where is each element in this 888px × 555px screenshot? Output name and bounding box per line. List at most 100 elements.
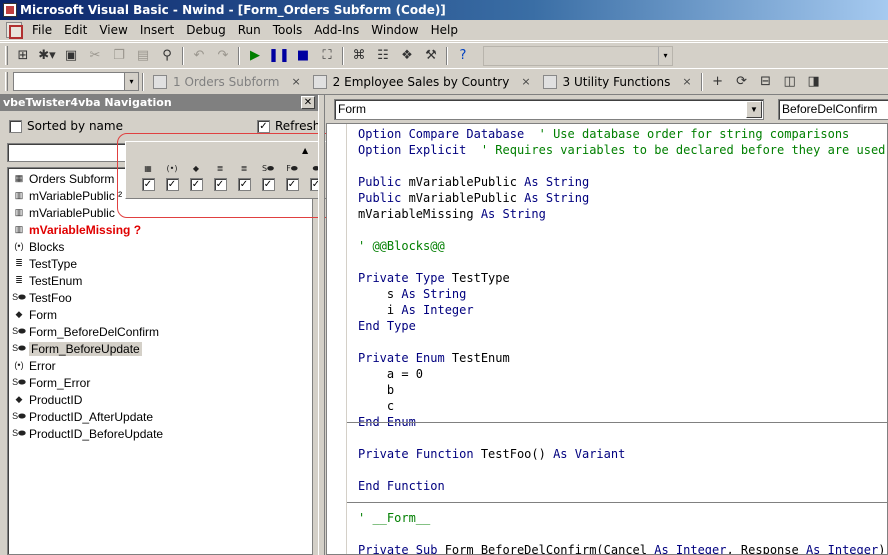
toolbox-icon[interactable]: ⚒ (420, 45, 442, 67)
tree-item[interactable]: (•) Blocks (8, 238, 312, 255)
reset-icon[interactable]: ■ (292, 45, 314, 67)
member-filter-toggle[interactable]: (•) ✓ (162, 162, 182, 191)
chevron-down-icon[interactable]: ▼ (746, 101, 762, 118)
panel-icon[interactable]: ◫ (779, 71, 801, 93)
view-host-app-icon[interactable]: ⊞ (12, 45, 34, 67)
filter-checkbox[interactable]: ✓ (261, 178, 275, 191)
help-icon[interactable]: ? (452, 45, 474, 67)
menu-item-window[interactable]: Window (365, 20, 424, 40)
code-line[interactable]: s As String (358, 286, 467, 302)
member-filter-toggle[interactable]: F⬬ ✓ (282, 162, 302, 191)
code-line[interactable]: mVariableMissing As String (358, 206, 546, 222)
vba-app-icon[interactable] (3, 3, 17, 17)
design-mode-icon[interactable]: ⛶ (316, 45, 338, 67)
member-filter-toggle[interactable]: ▦ ✓ (138, 162, 158, 191)
menu-item-add-ins[interactable]: Add-Ins (308, 20, 365, 40)
filter-checkbox[interactable]: ✓ (213, 178, 227, 191)
split-icon[interactable]: ◨ (803, 71, 825, 93)
navigation-combo[interactable]: ▾ (13, 72, 139, 91)
member-filter-toggle[interactable]: ≣ ✓ (210, 162, 230, 191)
project-explorer-icon[interactable]: ⌘ (348, 45, 370, 67)
code-line[interactable]: a = 0 (358, 366, 423, 382)
sorted-by-name-checkbox[interactable]: Sorted by name (9, 119, 123, 133)
menu-item-insert[interactable]: Insert (134, 20, 180, 40)
tree-item[interactable]: ▥ mVariableMissing ? (8, 221, 312, 238)
code-line[interactable]: Private Function TestFoo() As Variant (358, 446, 625, 462)
menu-item-tools[interactable]: Tools (267, 20, 309, 40)
code-line[interactable]: Private Sub Form_BeforeDelConfirm(Cancel… (358, 542, 885, 554)
code-line[interactable]: End Type (358, 318, 416, 334)
tree-item[interactable]: S⬬ Form_BeforeUpdate (8, 340, 312, 357)
checkbox-box[interactable]: ✓ (257, 119, 270, 133)
member-filter-toggle[interactable]: S⬬ ✓ (258, 162, 278, 191)
close-icon[interactable]: ✕ (301, 96, 315, 109)
close-tab-icon[interactable]: × (682, 75, 691, 88)
refresh-icon[interactable]: ⟳ (731, 71, 753, 93)
break-icon[interactable]: ❚❚ (268, 45, 290, 67)
toolbar-grip[interactable] (5, 72, 8, 91)
menu-item-debug[interactable]: Debug (180, 20, 231, 40)
toolbar-combo[interactable]: ▾ (483, 45, 673, 66)
navigation-tree[interactable]: ▦ Orders Subform ▥ mVariablePublic ² ▥ mVaria… (7, 167, 313, 555)
tree-item[interactable]: ≣ TestType (8, 255, 312, 272)
tree-item[interactable]: S⬬ Form_BeforeDelConfirm (8, 323, 312, 340)
code-line[interactable]: b (358, 382, 394, 398)
refresh-checkbox[interactable]: ✓ Refresh (257, 119, 320, 133)
margin-indicator-bar[interactable] (327, 124, 347, 554)
code-line[interactable]: c (358, 398, 394, 414)
code-line[interactable]: Public mVariablePublic As String (358, 190, 589, 206)
filter-checkbox[interactable]: ✓ (237, 178, 251, 191)
procedure-combo[interactable]: BeforeDelConfirm (778, 99, 888, 120)
menu-item-edit[interactable]: Edit (58, 20, 93, 40)
tree-icon[interactable]: ⊟ (755, 71, 777, 93)
cut-icon[interactable]: ✂ (84, 45, 106, 67)
tree-item[interactable]: S⬬ ProductID_BeforeUpdate (8, 425, 312, 442)
code-line[interactable]: Option Compare Database ' Use database o… (358, 126, 849, 142)
child-window-icon[interactable] (6, 22, 23, 39)
tree-item[interactable]: S⬬ ProductID_AfterUpdate (8, 408, 312, 425)
document-tab[interactable]: 3 Utility Functions × (537, 71, 698, 93)
filter-checkbox[interactable]: ✓ (165, 178, 179, 191)
tree-item[interactable]: S⬬ TestFoo (8, 289, 312, 306)
checkbox-box[interactable] (9, 119, 22, 133)
toolbar-grip[interactable] (5, 46, 8, 65)
code-editor[interactable]: Option Compare Database ' Use database o… (326, 123, 888, 555)
paste-icon[interactable]: ▤ (132, 45, 154, 67)
code-line[interactable]: ' __Form__ (358, 510, 430, 526)
close-tab-icon[interactable]: × (291, 75, 300, 88)
copy-icon[interactable]: ❐ (108, 45, 130, 67)
object-browser-icon[interactable]: ❖ (396, 45, 418, 67)
filter-checkbox[interactable]: ✓ (189, 178, 203, 191)
document-tab[interactable]: 1 Orders Subform × (147, 71, 307, 93)
object-combo[interactable]: Form ▼ (334, 99, 764, 120)
add-icon[interactable]: + (707, 71, 729, 93)
code-line[interactable]: ' @@Blocks@@ (358, 238, 445, 254)
tree-item[interactable]: ◆ Form (8, 306, 312, 323)
close-tab-icon[interactable]: × (521, 75, 530, 88)
undo-icon[interactable]: ↶ (188, 45, 210, 67)
tree-item[interactable]: S⬬ Form_Error (8, 374, 312, 391)
find-icon[interactable]: ⚲ (156, 45, 178, 67)
member-filter-toggle[interactable]: ◆ ✓ (186, 162, 206, 191)
properties-window-icon[interactable]: ☷ (372, 45, 394, 67)
code-line[interactable]: Option Explicit ' Requires variables to … (358, 142, 887, 158)
filter-checkbox[interactable]: ✓ (285, 178, 299, 191)
insert-module-icon[interactable]: ✱▾ (36, 45, 58, 67)
menu-item-help[interactable]: Help (425, 20, 464, 40)
run-icon[interactable]: ▶ (244, 45, 266, 67)
collapse-arrow-icon[interactable]: ▲ (302, 146, 308, 155)
tree-item[interactable]: (•) Error (8, 357, 312, 374)
menu-item-run[interactable]: Run (232, 20, 267, 40)
menu-item-file[interactable]: File (26, 20, 58, 40)
document-tab[interactable]: 2 Employee Sales by Country × (307, 71, 537, 93)
menu-item-view[interactable]: View (93, 20, 133, 40)
tree-item[interactable]: ≣ TestEnum (8, 272, 312, 289)
code-line[interactable]: End Function (358, 478, 445, 494)
code-line[interactable]: Private Type TestType (358, 270, 510, 286)
save-icon[interactable]: ▣ (60, 45, 82, 67)
filter-checkbox[interactable]: ✓ (141, 178, 155, 191)
member-filter-toggle[interactable]: ≣ ✓ (234, 162, 254, 191)
code-line[interactable]: Private Enum TestEnum (358, 350, 510, 366)
redo-icon[interactable]: ↷ (212, 45, 234, 67)
code-line[interactable]: i As Integer (358, 302, 474, 318)
